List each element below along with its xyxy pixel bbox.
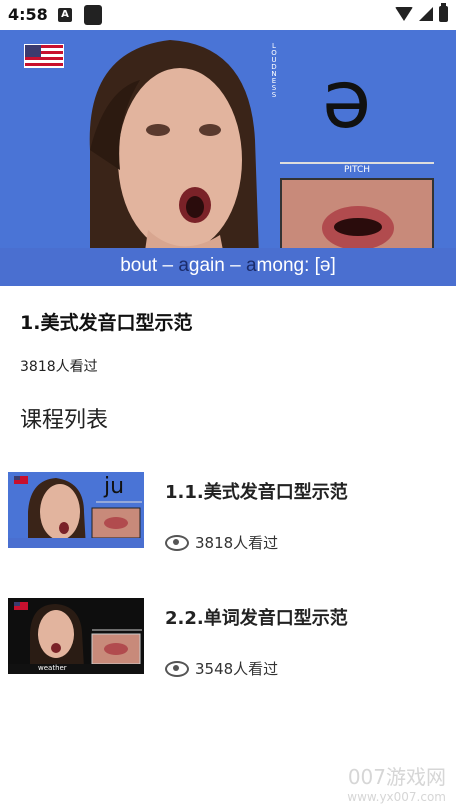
video-player[interactable]: LOUDNESS ə PITCH bout – again – among: [… [0,30,456,286]
caption-part: gain – [188,255,246,276]
lesson-views: 3818人看过 [20,359,98,375]
course-views: 3818人看过 [165,532,278,553]
course-list-heading: 课程列表 [20,408,109,433]
course-views-text: 3818人看过 [195,534,279,552]
notification-a-icon: A [58,8,72,22]
status-time: 4:58 [8,5,48,24]
course-thumbnail[interactable]: weather [8,598,144,674]
caption-part: bout – [120,255,179,276]
course-list-item[interactable]: ju 1.1.美式发音口型示范 3818人看过 [0,460,456,560]
eye-icon [165,660,189,677]
battery-icon [439,3,448,22]
phonetic-symbol: ə [322,53,372,146]
eye-icon [165,534,189,551]
course-list-item[interactable]: weather 2.2.单词发音口型示范 3548人看过 [0,586,456,686]
caption-highlight: a [245,255,257,276]
watermark-line-2: www.yx007.com [347,790,446,804]
pitch-label: PITCH [280,162,434,178]
watermark-line-1: 007游戏网 [347,765,446,789]
us-flag-icon [24,44,64,68]
thumbnail-word-caption: weather [38,664,67,672]
course-thumbnail[interactable]: ju [8,472,144,548]
course-title: 1.1.美式发音口型示范 [165,482,348,503]
watermark: 007游戏网 www.yx007.com [347,761,446,804]
video-caption: bout – again – among: [ə] [0,248,456,286]
caption-part: mong: [ə] [256,255,336,276]
thumbnail-phonetic-symbol: ju [104,474,125,499]
mouth-opening-shape [334,218,382,236]
loudness-label: LOUDNESS [270,42,278,98]
lesson-title: 1.美式发音口型示范 [20,312,193,334]
notification-square-icon [84,5,102,25]
course-thumbnail-image [8,598,144,674]
caption-highlight: a [178,255,189,276]
status-bar: 4:58 A [0,0,456,30]
status-icons [395,3,448,22]
course-views: 3548人看过 [165,658,278,679]
signal-icon [419,7,433,21]
course-title: 2.2.单词发音口型示范 [165,608,348,629]
course-views-text: 3548人看过 [195,660,279,678]
wifi-icon [395,7,413,21]
